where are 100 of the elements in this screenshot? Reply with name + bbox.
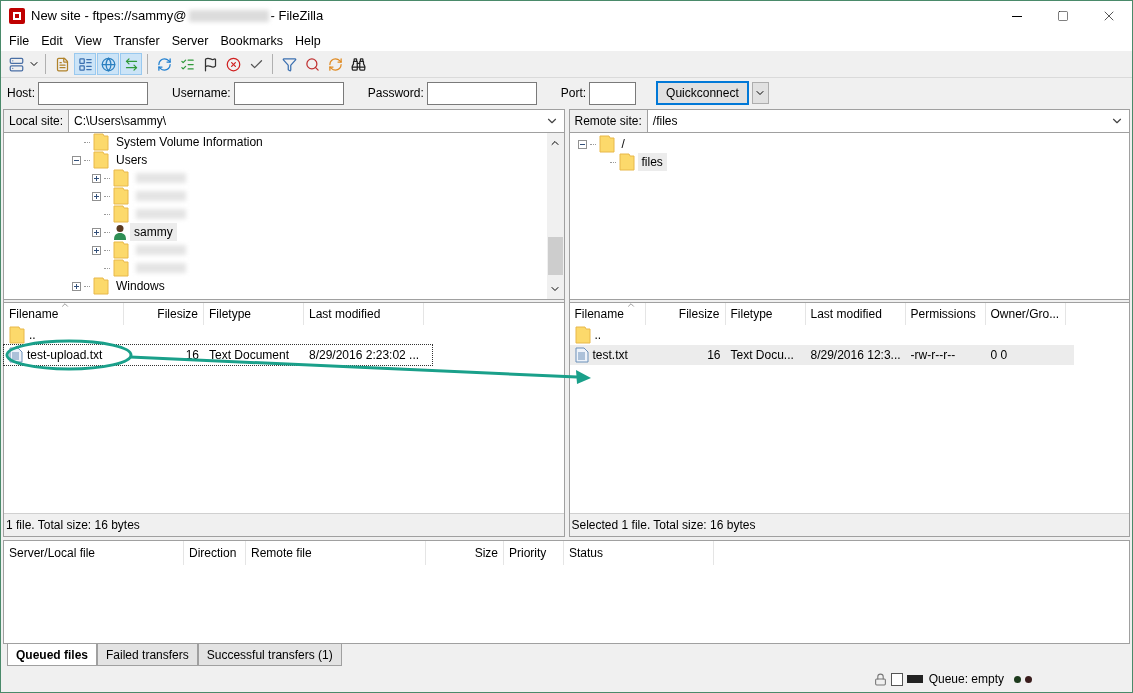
file-name: test.txt xyxy=(569,346,646,364)
folder-icon xyxy=(113,169,129,187)
activity-light-icon xyxy=(1014,675,1021,683)
status-text: Selected 1 file. Total size: 16 bytes xyxy=(571,517,756,534)
scrollbar-thumb[interactable] xyxy=(547,237,563,275)
file-row[interactable]: .. xyxy=(569,325,1074,345)
column-header[interactable]: Filesize xyxy=(645,303,726,325)
expand-toggle[interactable] xyxy=(92,245,101,255)
file-row[interactable]: test-upload.txt 16 Text Document 8/29/2016 2:23:02 ... xyxy=(4,345,432,365)
filter-icon xyxy=(281,56,297,72)
folder-icon xyxy=(618,153,635,171)
lock-icon xyxy=(873,672,887,686)
input-field[interactable] xyxy=(233,81,344,105)
tree-item[interactable]: Windows xyxy=(112,277,169,295)
column-header[interactable]: Status xyxy=(564,541,714,565)
quickconnect-dropdown[interactable] xyxy=(751,82,769,104)
status-text: 1 file. Total size: 16 bytes xyxy=(6,517,140,534)
list-icon xyxy=(77,56,93,72)
folder-icon xyxy=(598,135,615,153)
column-header[interactable]: Direction xyxy=(184,541,246,565)
flag-icon xyxy=(202,56,218,72)
input-field[interactable] xyxy=(589,81,637,105)
column-header[interactable]: Permissions xyxy=(905,303,986,325)
sync-icon xyxy=(327,56,343,72)
column-header[interactable]: Filetype xyxy=(725,303,806,325)
table-cell-text: 8/29/2016 2:23:02 ... xyxy=(308,347,421,364)
menu-item[interactable]: View xyxy=(68,31,108,51)
arrows-icon xyxy=(123,56,139,72)
field-label: Username: xyxy=(172,85,231,102)
collapse-toggle[interactable] xyxy=(577,139,587,149)
menu-item[interactable]: File xyxy=(3,31,36,51)
path-dropdown[interactable]: /files xyxy=(647,110,1129,132)
menu-item[interactable]: Server xyxy=(165,31,215,51)
column-header[interactable]: Remote file xyxy=(246,541,426,565)
folder-icon xyxy=(93,133,109,151)
window-title: - FileZilla xyxy=(270,7,324,26)
file-row[interactable]: test.txt 16 Text Docu... 8/29/2016 12:3... -rw-r--r-- 0 0 xyxy=(569,345,1074,365)
tree-item[interactable]: files xyxy=(637,153,667,171)
folder-icon xyxy=(113,187,129,205)
table-cell-text: Text Docu... xyxy=(729,347,795,364)
column-header[interactable]: Filename xyxy=(4,303,124,325)
expand-toggle[interactable] xyxy=(92,227,101,237)
expand-toggle[interactable] xyxy=(92,191,101,201)
quickconnect-button[interactable]: Quickconnect xyxy=(656,81,749,105)
field-label: Port: xyxy=(560,85,587,102)
maximize-icon xyxy=(1057,10,1069,22)
queue-status: Queue: empty xyxy=(928,671,1004,688)
folder-icon xyxy=(574,326,591,344)
tab[interactable]: Failed transfers xyxy=(97,644,198,666)
refresh-icon xyxy=(156,56,172,72)
column-header[interactable]: Last modified xyxy=(304,303,424,325)
sort-icon xyxy=(625,300,636,310)
column-header[interactable]: Priority xyxy=(504,541,564,565)
column-header[interactable]: Filetype xyxy=(204,303,304,325)
site-label: Remote site: xyxy=(569,110,648,132)
input-field[interactable] xyxy=(38,81,148,105)
minimize-icon xyxy=(1012,15,1022,17)
column-header[interactable]: Filesize xyxy=(124,303,204,325)
globe-icon xyxy=(100,56,116,72)
tree-item[interactable]: Users xyxy=(112,151,152,169)
document-icon xyxy=(574,347,589,363)
path-dropdown[interactable]: C:\Users\sammy\ xyxy=(69,110,564,132)
folder-icon xyxy=(9,326,25,344)
menu-item[interactable]: Bookmarks xyxy=(214,31,289,51)
search-icon xyxy=(304,56,320,72)
table-cell-text: 8/29/2016 12:3... xyxy=(809,347,902,364)
scrollbar[interactable] xyxy=(546,133,564,299)
input-field[interactable] xyxy=(426,81,537,105)
column-header[interactable]: Size xyxy=(426,541,504,565)
expand-toggle[interactable] xyxy=(72,281,81,291)
tab[interactable]: Queued files xyxy=(7,644,98,666)
menu-item[interactable]: Transfer xyxy=(107,31,166,51)
table-cell-text: 16 xyxy=(706,347,722,364)
field-label: Password: xyxy=(367,85,424,102)
column-header[interactable]: Filename xyxy=(569,303,646,325)
tree-item[interactable]: System Volume Information xyxy=(112,133,267,151)
server-icon xyxy=(8,56,24,72)
column-header[interactable]: Owner/Gro... xyxy=(985,303,1066,325)
cancel-icon xyxy=(225,56,241,72)
folder-icon xyxy=(113,259,129,277)
tree-item[interactable]: / xyxy=(617,135,629,153)
sort-icon xyxy=(60,300,70,310)
column-header[interactable]: Last modified xyxy=(805,303,906,325)
table-cell-text: Text Document xyxy=(208,347,291,364)
folder-icon xyxy=(93,277,109,295)
menu-item[interactable]: Help xyxy=(289,31,327,51)
folder-icon xyxy=(113,205,129,223)
table-cell-text: 16 xyxy=(184,347,200,364)
file-name: test-upload.txt xyxy=(4,346,124,364)
collapse-toggle[interactable] xyxy=(72,155,81,165)
expand-toggle[interactable] xyxy=(92,173,101,183)
column-header[interactable]: Server/Local file xyxy=(4,541,184,565)
file-row[interactable]: .. xyxy=(4,325,432,345)
tab[interactable]: Successful transfers (1) xyxy=(197,644,342,666)
tree-item[interactable]: sammy xyxy=(130,223,177,241)
app-logo-icon xyxy=(9,8,25,24)
field-label: Host: xyxy=(7,85,35,102)
checklist-icon xyxy=(179,56,195,72)
menu-item[interactable]: Edit xyxy=(35,31,69,51)
activity-light-icon xyxy=(1025,675,1032,683)
